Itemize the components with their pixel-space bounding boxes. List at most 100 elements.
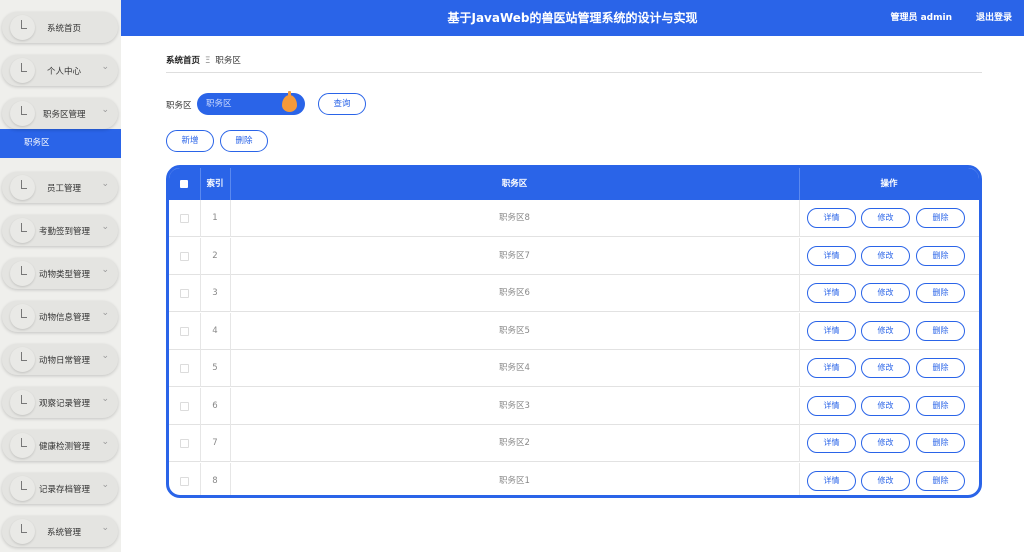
table-header: 索引 职务区 操作 [169, 168, 979, 200]
sidebar-item[interactable]: 系统首页 [2, 12, 118, 43]
clock-icon [10, 15, 35, 40]
detail-button[interactable]: 详情 [807, 283, 856, 303]
sidebar-item[interactable]: 系统管理 ⌄ [2, 516, 118, 547]
column-divider [799, 425, 800, 462]
row-delete-button[interactable]: 删除 [916, 208, 965, 228]
clock-icon [10, 218, 35, 243]
table-row: 1 职务区8 详情 修改 删除 [169, 200, 979, 237]
detail-button[interactable]: 详情 [807, 433, 856, 453]
sidebar-item[interactable]: 观察记录管理 ⌄ [2, 387, 118, 418]
sidebar-item[interactable]: 个人中心 ⌄ [2, 55, 118, 86]
row-checkbox[interactable] [180, 289, 189, 298]
row-checkbox[interactable] [180, 439, 189, 448]
select-all-checkbox[interactable] [180, 180, 188, 188]
breadcrumb-home[interactable]: 系统首页 [166, 56, 200, 66]
clock-icon [10, 347, 35, 372]
delete-button[interactable]: 删除 [220, 130, 268, 152]
detail-button[interactable]: 详情 [807, 395, 856, 416]
cell-name: 职务区4 [499, 363, 530, 373]
sidebar-item[interactable]: 记录存档管理 ⌄ [2, 473, 118, 504]
chevron-down-icon: ⌄ [101, 437, 109, 447]
row-checkbox[interactable] [180, 326, 189, 336]
edit-button[interactable]: 修改 [861, 320, 910, 341]
sidebar-item[interactable]: 考勤签到管理 ⌄ [2, 215, 118, 246]
edit-button[interactable]: 修改 [861, 395, 910, 416]
edit-button[interactable]: 修改 [861, 208, 910, 228]
data-table: 索引 职务区 操作 1 职务区8 详情 修改 删除 2 职务区7 详情 修改 删除 3 职务区6 详情修… [166, 165, 982, 498]
cell-index: 3 [212, 288, 218, 298]
table-row: 5 职务区4 详情 修改 删除 [169, 350, 979, 387]
detail-button[interactable]: 详情 [807, 208, 856, 228]
detail-button[interactable]: 详情 [807, 470, 856, 491]
edit-button[interactable]: 修改 [861, 470, 910, 491]
sidebar-subitem-zhiwuqu[interactable]: 职务区 [0, 129, 121, 158]
column-divider [799, 350, 800, 387]
logout-link[interactable]: 退出登录 [976, 0, 1012, 36]
column-divider [799, 200, 800, 237]
sidebar-item-label: 考勤签到管理 [39, 227, 91, 237]
column-divider [799, 387, 800, 425]
row-checkbox[interactable] [180, 214, 189, 223]
detail-button[interactable]: 详情 [807, 320, 856, 341]
cell-index: 6 [212, 400, 218, 411]
cell-name: 职务区8 [499, 213, 530, 223]
app-title: 基于JavaWeb的兽医站管理系统的设计与实现 [447, 11, 698, 25]
table-row: 2 职务区7 详情 修改 删除 [169, 237, 979, 275]
cell-index: 2 [212, 250, 218, 261]
table-row: 3 职务区6 详情 修改 删除 [169, 275, 979, 312]
row-delete-button[interactable]: 删除 [916, 320, 965, 341]
sidebar-item-label: 个人中心 [47, 67, 82, 77]
row-checkbox[interactable] [180, 476, 189, 486]
row-delete-button[interactable]: 删除 [916, 395, 965, 416]
column-divider [799, 237, 800, 275]
edit-button[interactable]: 修改 [861, 245, 910, 266]
breadcrumb-separator: Ξ [205, 56, 211, 66]
row-delete-button[interactable]: 删除 [916, 358, 965, 378]
clock-icon [10, 519, 35, 544]
edit-button[interactable]: 修改 [861, 283, 910, 303]
search-button[interactable]: 查询 [318, 93, 366, 115]
sidebar-item[interactable]: 动物类型管理 ⌄ [2, 258, 118, 289]
top-header: 基于JavaWeb的兽医站管理系统的设计与实现 管理员 admin 退出登录 [121, 0, 1024, 36]
cell-index: 1 [212, 213, 218, 223]
chevron-down-icon: ⌄ [101, 308, 109, 318]
sidebar-item-label: 健康检测管理 [39, 442, 91, 452]
divider [166, 72, 982, 73]
cell-name: 职务区5 [499, 325, 530, 336]
row-delete-button[interactable]: 删除 [916, 245, 965, 266]
detail-button[interactable]: 详情 [807, 358, 856, 378]
row-checkbox[interactable] [180, 364, 189, 373]
sidebar-item-label: 员工管理 [47, 184, 82, 194]
row-delete-button[interactable]: 删除 [916, 283, 965, 303]
clock-icon [10, 476, 35, 501]
sidebar-item[interactable]: 动物信息管理 ⌄ [2, 301, 118, 332]
detail-button[interactable]: 详情 [807, 245, 856, 266]
edit-button[interactable]: 修改 [861, 433, 910, 453]
row-delete-button[interactable]: 删除 [916, 470, 965, 491]
row-checkbox[interactable] [180, 251, 189, 261]
sidebar-item[interactable]: 健康检测管理 ⌄ [2, 430, 118, 461]
row-checkbox[interactable] [180, 401, 189, 411]
chevron-down-icon: ⌄ [101, 394, 109, 404]
row-delete-button[interactable]: 删除 [916, 433, 965, 453]
clock-icon [10, 390, 35, 415]
column-divider [799, 275, 800, 312]
sidebar-item-label: 职务区管理 [43, 110, 86, 120]
add-button[interactable]: 新增 [166, 130, 214, 152]
sidebar-item[interactable]: 职务区管理 ⌄ [2, 98, 118, 129]
cell-name: 职务区6 [499, 288, 530, 298]
cell-name: 职务区1 [499, 475, 530, 486]
cell-index: 5 [212, 363, 218, 373]
chevron-down-icon: ⌄ [101, 351, 109, 361]
search-label: 职务区 [166, 101, 192, 111]
sidebar-item-label: 动物信息管理 [39, 313, 91, 323]
column-header-name: 职务区 [501, 179, 528, 189]
sidebar-item[interactable]: 动物日常管理 ⌄ [2, 344, 118, 375]
clock-icon [10, 433, 35, 458]
sidebar-item-label: 观察记录管理 [39, 399, 91, 409]
edit-button[interactable]: 修改 [861, 358, 910, 378]
sidebar-item[interactable]: 员工管理 ⌄ [2, 172, 118, 203]
sidebar-item-label: 系统首页 [47, 24, 82, 34]
sidebar-item-label: 记录存档管理 [39, 485, 91, 495]
chevron-down-icon: ⌄ [101, 62, 109, 72]
